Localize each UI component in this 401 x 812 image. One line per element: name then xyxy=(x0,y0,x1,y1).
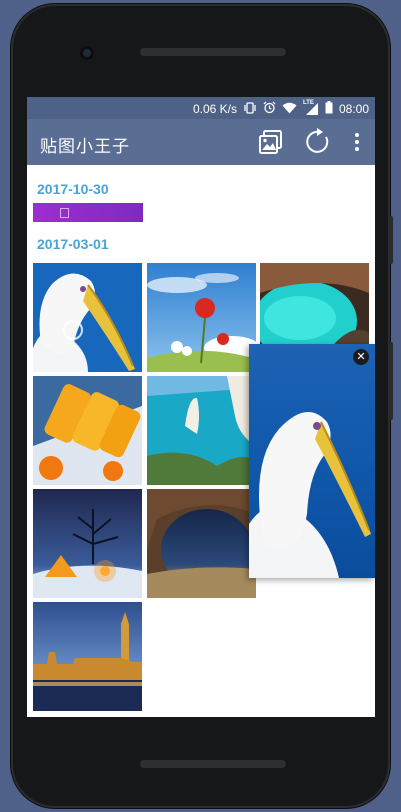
lte-label: LTE xyxy=(302,100,314,106)
vibrate-icon xyxy=(243,101,257,117)
bottom-speaker xyxy=(140,760,286,768)
screen: 0.06 K/s LTE 08:00 贴图小王子 2017-10-30 2017… xyxy=(27,97,375,717)
network-speed: 0.06 K/s xyxy=(192,102,237,116)
sea-cliffs-thumbnail[interactable] xyxy=(147,376,256,485)
camping-tent-thumbnail[interactable] xyxy=(33,489,142,598)
rock-arch-sunset-thumbnail[interactable] xyxy=(147,489,256,598)
more-options-icon[interactable] xyxy=(343,128,371,156)
pelican-preview-image xyxy=(249,412,371,578)
purple-banner-thumbnail[interactable] xyxy=(33,203,143,222)
status-bar: 0.06 K/s LTE 08:00 xyxy=(27,97,375,119)
front-camera xyxy=(80,46,94,60)
lte-signal-icon: LTE xyxy=(302,100,319,115)
refresh-icon[interactable] xyxy=(304,128,332,156)
power-button xyxy=(389,216,393,264)
wifi-icon xyxy=(282,102,297,117)
date-header: 2017-10-30 xyxy=(37,181,109,197)
close-icon[interactable]: ✕ xyxy=(353,349,369,365)
clock: 08:00 xyxy=(338,102,369,116)
app-title: 贴图小王子 xyxy=(40,137,130,156)
orange-popsicles-thumbnail[interactable] xyxy=(33,376,142,485)
gallery-icon[interactable] xyxy=(257,128,285,156)
app-bar: 贴图小王子 xyxy=(27,119,375,165)
red-poppy-thumbnail[interactable] xyxy=(147,263,256,372)
battery-icon xyxy=(325,101,333,117)
banner-mini-icon xyxy=(60,208,69,218)
floating-image-preview[interactable]: ✕ xyxy=(249,344,375,578)
pelican-thumbnail[interactable] xyxy=(33,263,142,372)
alarm-icon xyxy=(263,101,276,117)
big-ben-night-thumbnail[interactable] xyxy=(33,602,142,711)
earpiece-speaker xyxy=(140,48,286,56)
volume-button xyxy=(389,342,393,420)
date-header: 2017-03-01 xyxy=(37,236,109,252)
